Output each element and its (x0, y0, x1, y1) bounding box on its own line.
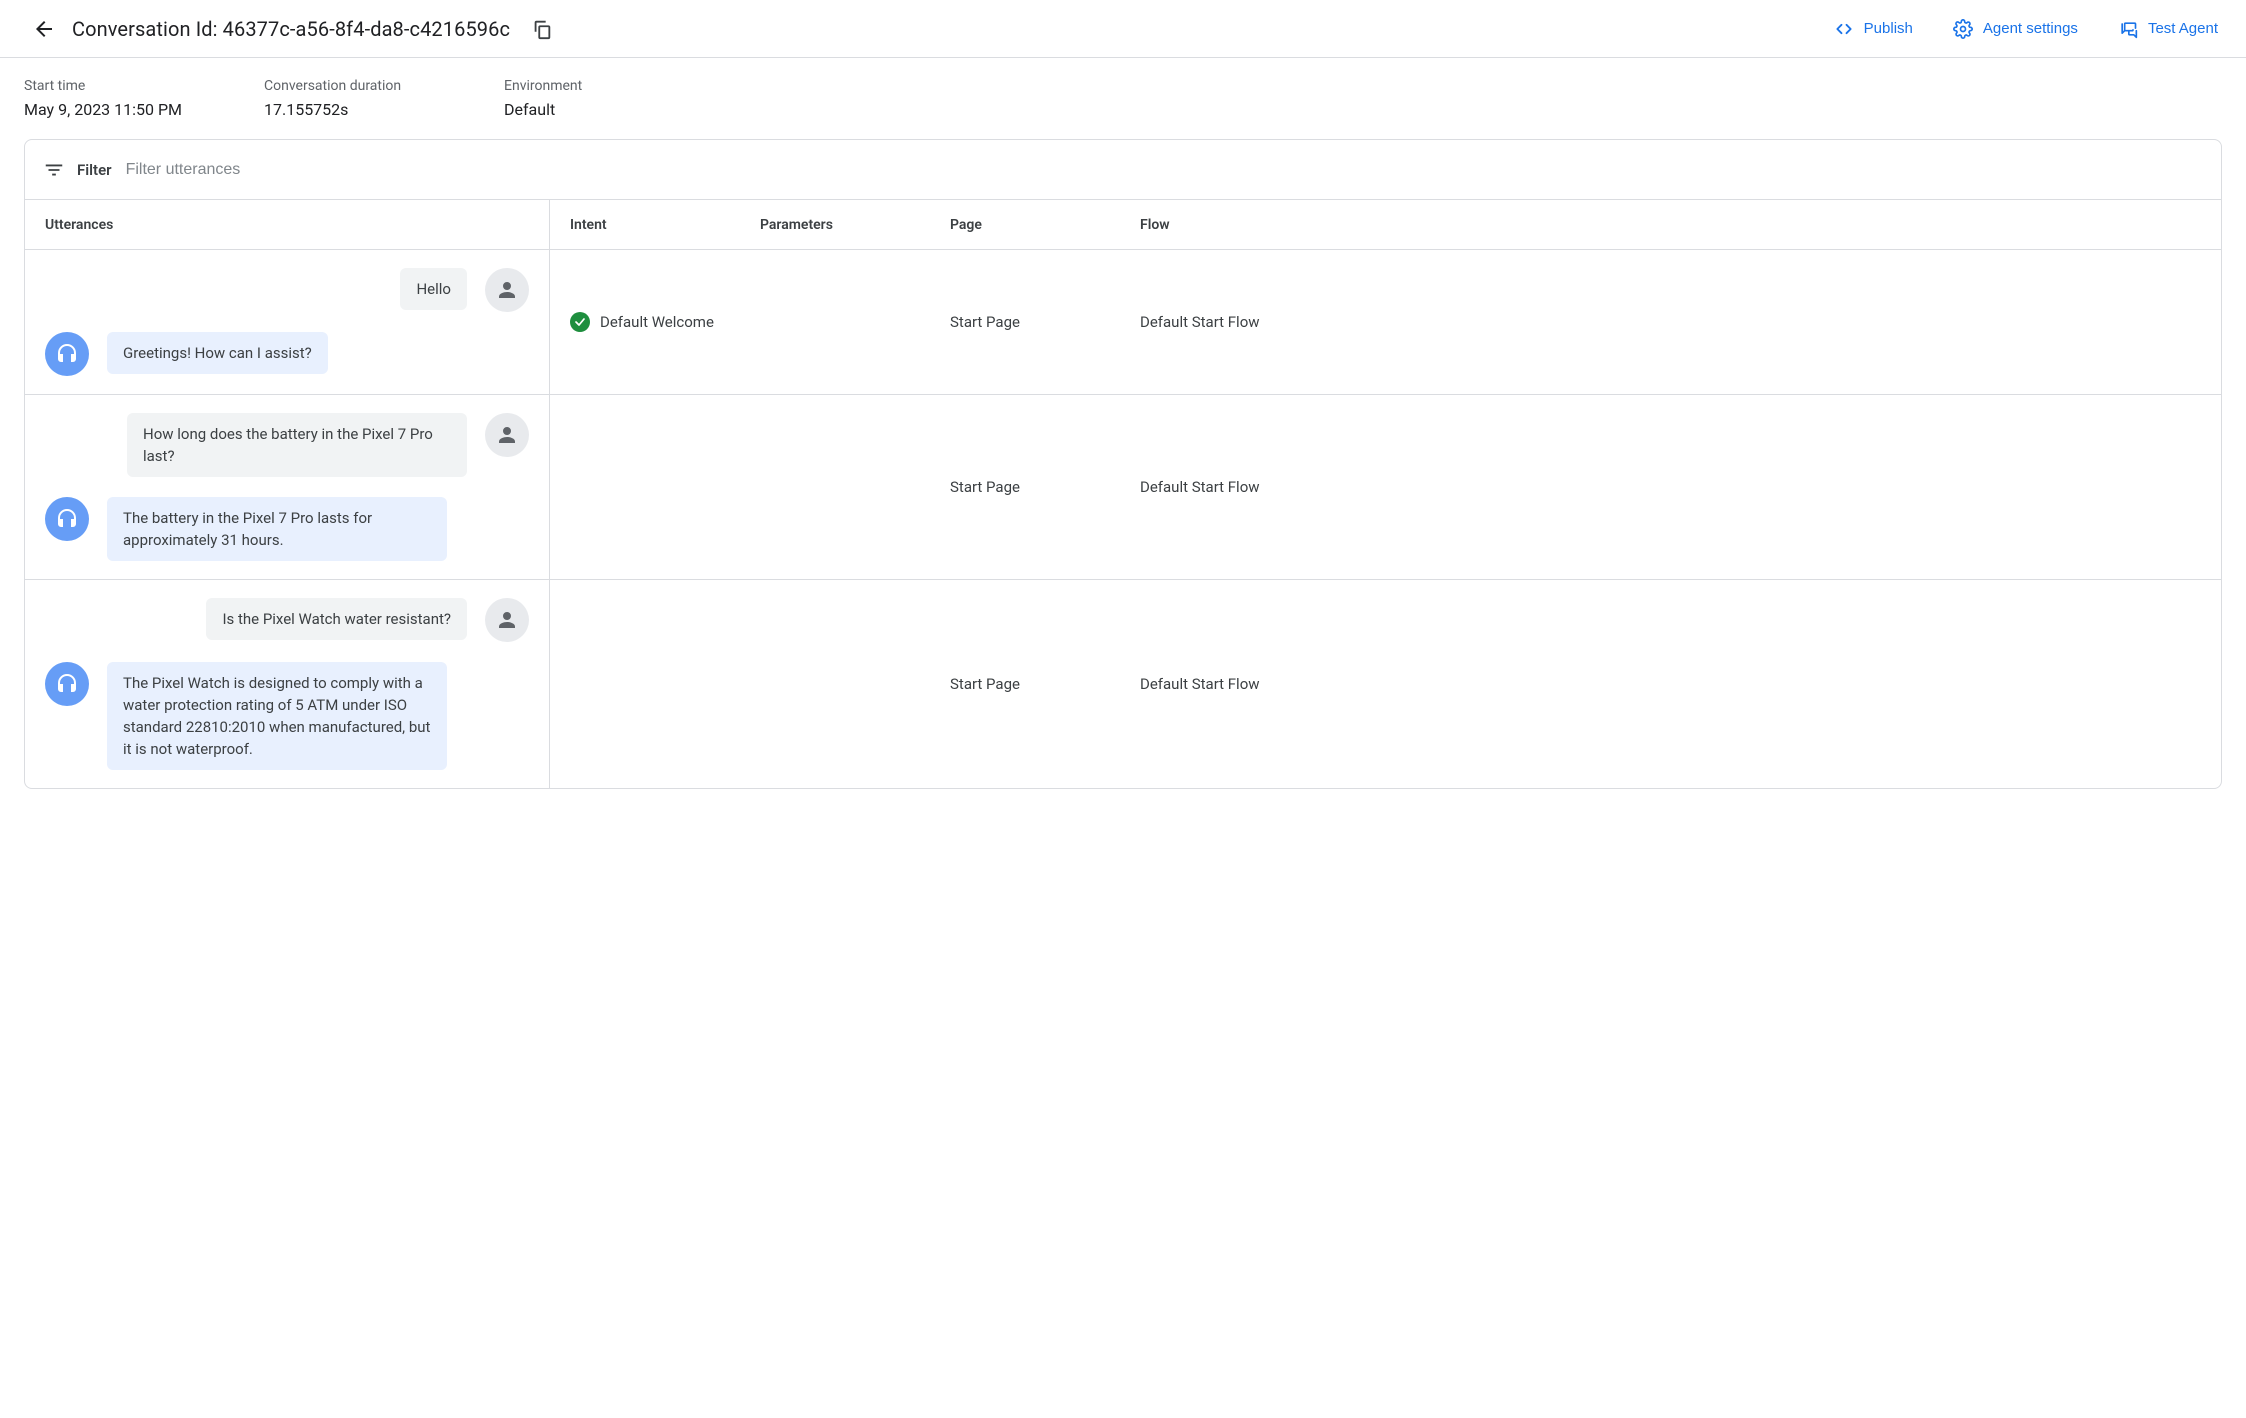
agent-settings-button[interactable]: Agent settings (1941, 11, 2090, 47)
bot-avatar (45, 662, 89, 706)
chat-icon (2118, 19, 2138, 39)
meta-start-time: Start time May 9, 2023 11:50 PM (24, 76, 204, 119)
filter-label: Filter (77, 161, 112, 179)
details-cell: Start Page Default Start Flow (550, 395, 2221, 579)
user-avatar (485, 598, 529, 642)
headset-icon (55, 672, 79, 696)
duration-label: Conversation duration (264, 76, 444, 96)
utterance-cell: Is the Pixel Watch water resistant? The … (25, 580, 550, 788)
bot-avatar (45, 497, 89, 541)
flow-cell: Default Start Flow (1120, 478, 2221, 496)
table-row[interactable]: Hello Greetings! How can I assist? Defau… (25, 250, 2221, 395)
duration-value: 17.155752s (264, 100, 444, 119)
page-cell: Start Page (930, 675, 1120, 693)
arrow-back-icon (32, 17, 56, 41)
utterance-cell: How long does the battery in the Pixel 7… (25, 395, 550, 579)
col-parameters: Parameters (740, 200, 930, 249)
user-avatar (485, 413, 529, 457)
conversation-table: Filter Utterances Intent Parameters Page… (24, 139, 2222, 789)
user-avatar (485, 268, 529, 312)
meta-duration: Conversation duration 17.155752s (264, 76, 444, 119)
headset-icon (55, 507, 79, 531)
filter-icon (43, 159, 65, 181)
headset-icon (55, 342, 79, 366)
bot-turn: Greetings! How can I assist? (45, 332, 529, 376)
test-agent-label: Test Agent (2148, 20, 2218, 37)
user-bubble: Is the Pixel Watch water resistant? (206, 598, 467, 640)
col-utterances: Utterances (25, 200, 550, 249)
bot-turn: The Pixel Watch is designed to comply wi… (45, 662, 529, 770)
copy-id-button[interactable] (522, 9, 562, 49)
meta-environment: Environment Default (504, 76, 684, 119)
page-title: Conversation Id: 46377c-a56-8f4-da8-c421… (72, 17, 510, 41)
user-bubble: Hello (400, 268, 467, 310)
table-row[interactable]: Is the Pixel Watch water resistant? The … (25, 580, 2221, 788)
filter-input[interactable] (124, 160, 2203, 180)
filter-row: Filter (25, 140, 2221, 200)
bot-bubble: The battery in the Pixel 7 Pro lasts for… (107, 497, 447, 561)
back-button[interactable] (24, 9, 64, 49)
gear-icon (1953, 19, 1973, 39)
page-cell: Start Page (930, 478, 1120, 496)
bot-bubble: Greetings! How can I assist? (107, 332, 328, 374)
table-row[interactable]: How long does the battery in the Pixel 7… (25, 395, 2221, 580)
table-header: Utterances Intent Parameters Page Flow (25, 200, 2221, 250)
test-agent-button[interactable]: Test Agent (2106, 11, 2230, 47)
col-intent: Intent (550, 200, 740, 249)
person-icon (495, 423, 519, 447)
flow-cell: Default Start Flow (1120, 313, 2221, 331)
person-icon (495, 608, 519, 632)
meta-section: Start time May 9, 2023 11:50 PM Conversa… (0, 58, 2246, 139)
publish-label: Publish (1864, 20, 1913, 37)
user-turn: Is the Pixel Watch water resistant? (45, 598, 529, 642)
user-bubble: How long does the battery in the Pixel 7… (127, 413, 467, 477)
details-cell: Start Page Default Start Flow (550, 580, 2221, 788)
user-turn: How long does the battery in the Pixel 7… (45, 413, 529, 477)
copy-icon (531, 18, 553, 40)
agent-settings-label: Agent settings (1983, 20, 2078, 37)
utterance-cell: Hello Greetings! How can I assist? (25, 250, 550, 394)
start-time-label: Start time (24, 76, 204, 96)
user-turn: Hello (45, 268, 529, 312)
flow-cell: Default Start Flow (1120, 675, 2221, 693)
bot-bubble: The Pixel Watch is designed to comply wi… (107, 662, 447, 770)
intent-cell: Default Welcome (550, 312, 740, 332)
environment-value: Default (504, 100, 684, 119)
publish-button[interactable]: Publish (1822, 11, 1925, 47)
environment-label: Environment (504, 76, 684, 96)
start-time-value: May 9, 2023 11:50 PM (24, 100, 204, 119)
bot-avatar (45, 332, 89, 376)
intent-check-icon (570, 312, 590, 332)
person-icon (495, 278, 519, 302)
col-flow: Flow (1120, 200, 2221, 249)
intent-text: Default Welcome (600, 313, 714, 331)
code-icon (1834, 19, 1854, 39)
topbar: Conversation Id: 46377c-a56-8f4-da8-c421… (0, 0, 2246, 58)
bot-turn: The battery in the Pixel 7 Pro lasts for… (45, 497, 529, 561)
details-cell: Default Welcome Start Page Default Start… (550, 250, 2221, 394)
page-cell: Start Page (930, 313, 1120, 331)
col-page: Page (930, 200, 1120, 249)
